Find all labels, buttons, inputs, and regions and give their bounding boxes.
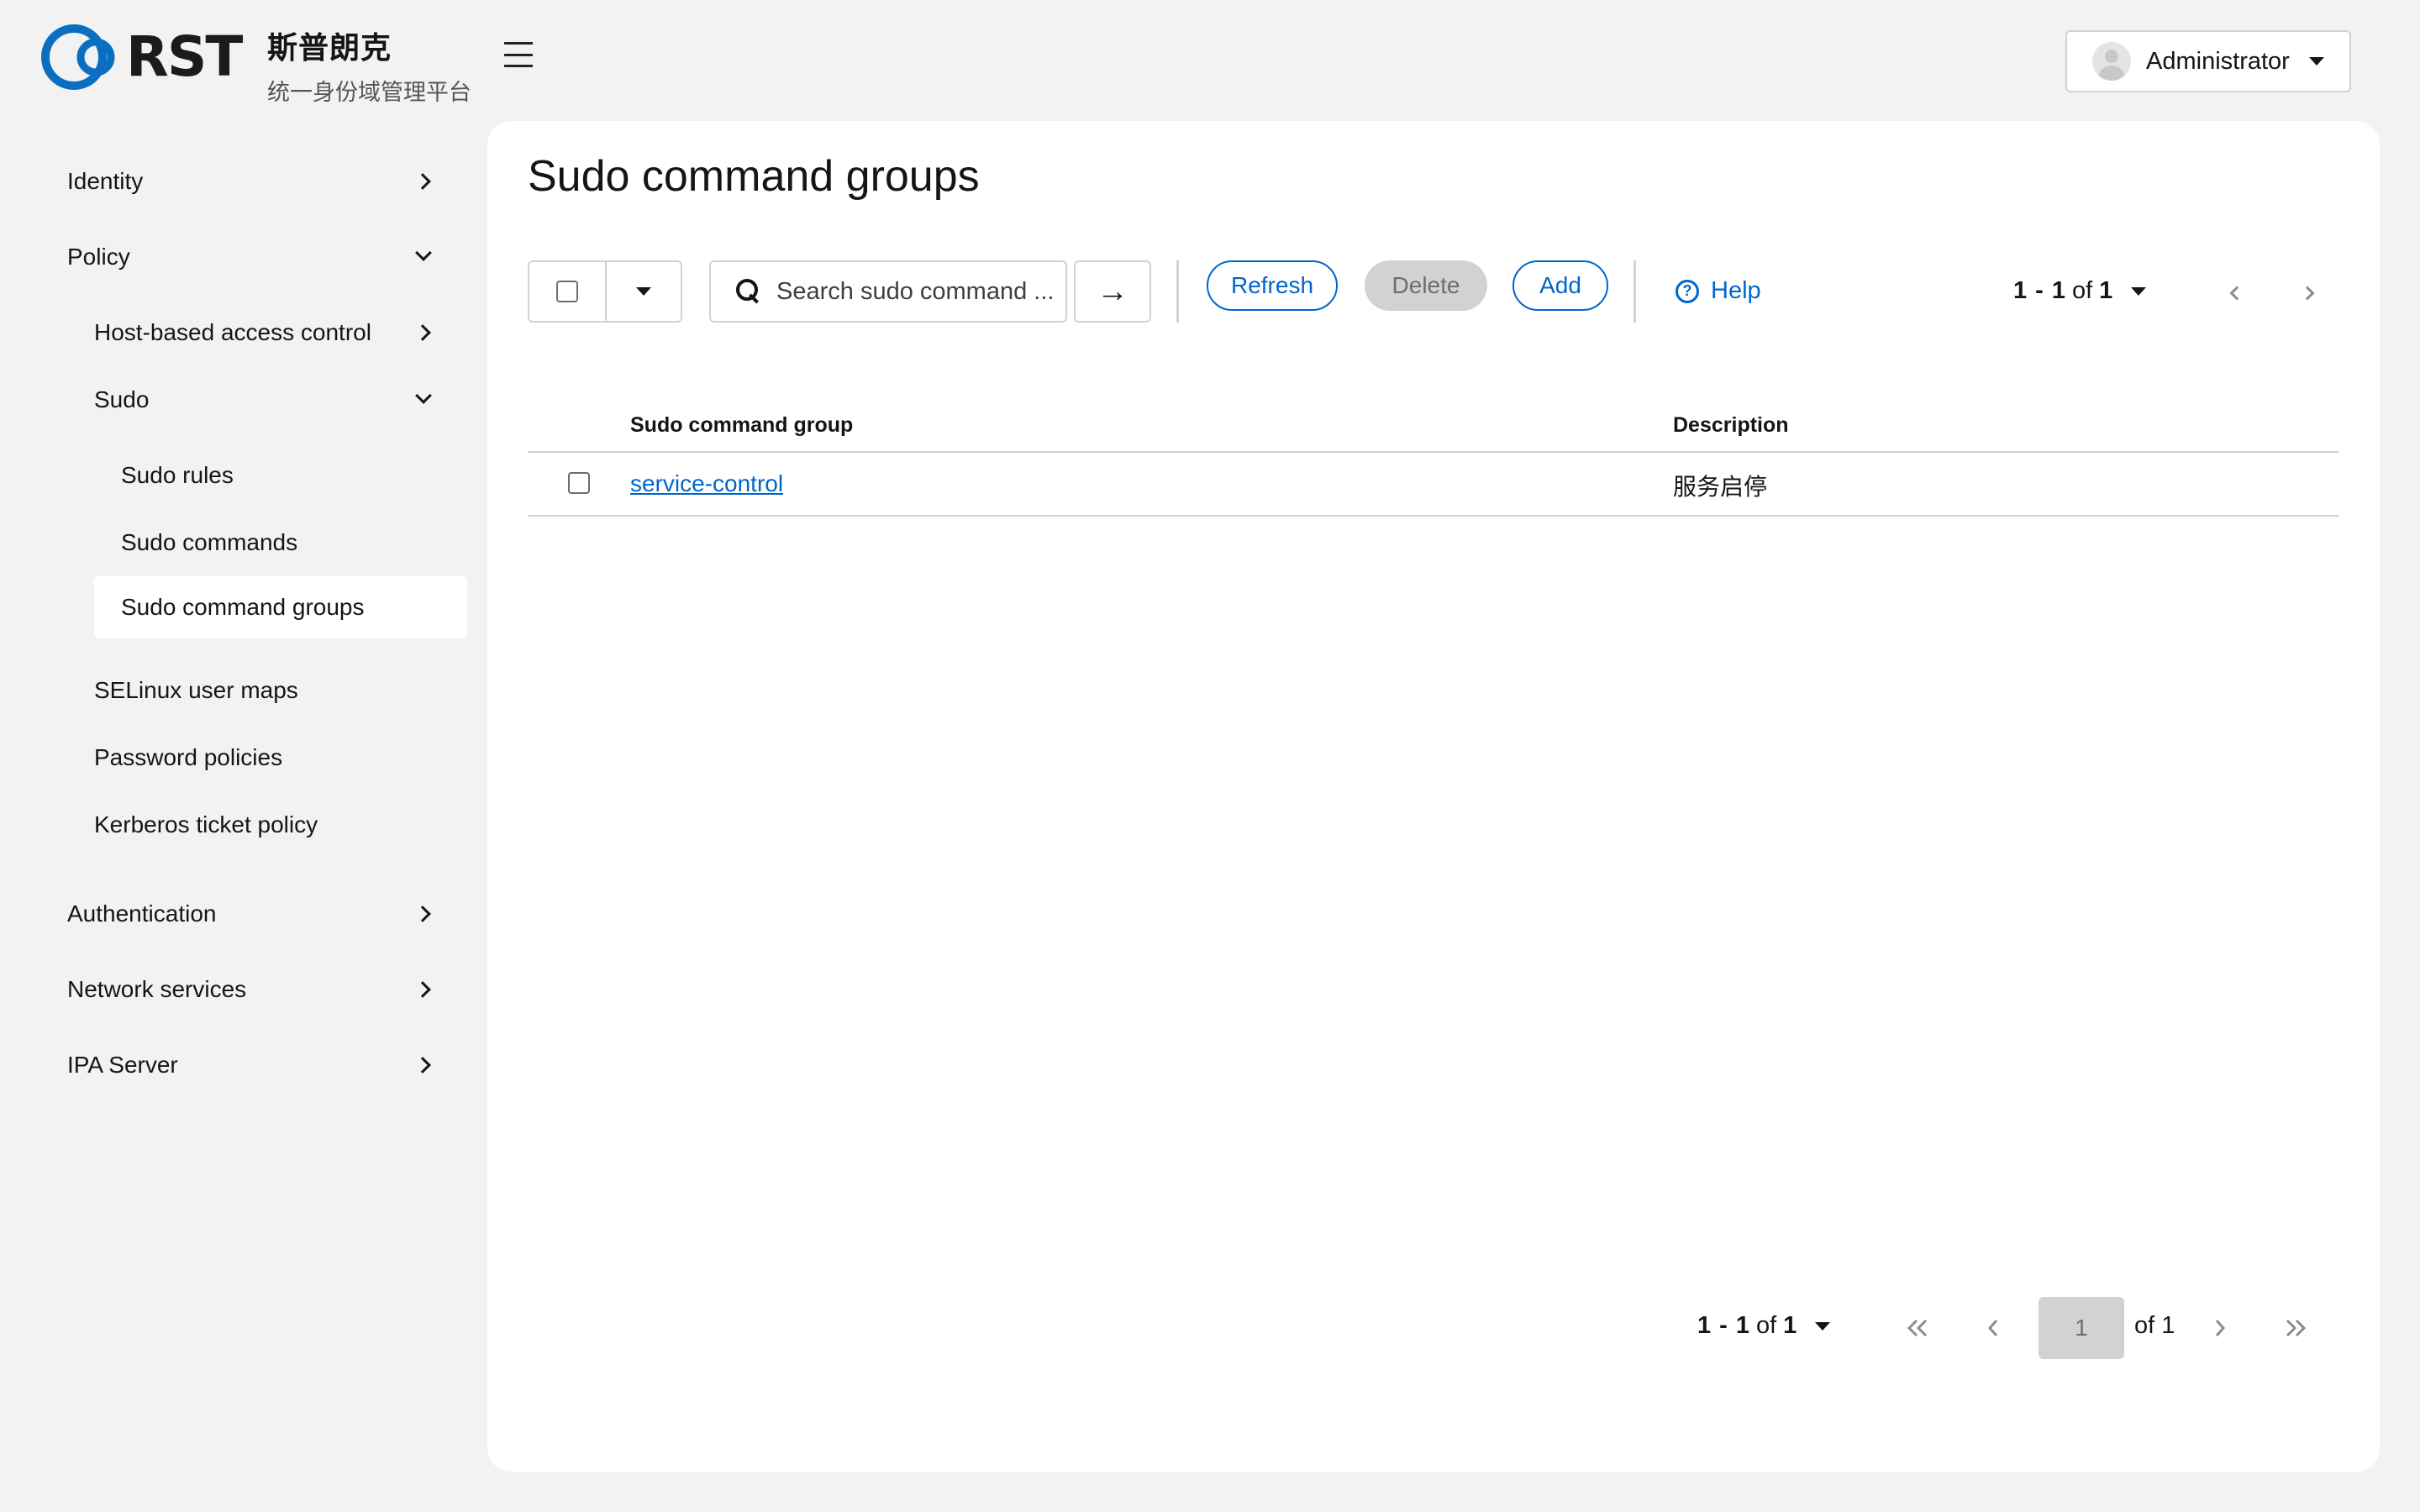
sidebar-item-password-policies[interactable]: Password policies xyxy=(94,741,437,774)
caret-down-icon xyxy=(2131,286,2147,296)
table-row-divider xyxy=(528,515,2339,517)
sidebar-item-policy[interactable]: Policy xyxy=(67,240,437,274)
sidebar-item-label: Host-based access control xyxy=(94,319,371,345)
hamburger-icon[interactable] xyxy=(504,42,533,67)
bulk-select-toggle[interactable] xyxy=(607,262,681,321)
chevron-right-icon xyxy=(414,981,431,998)
sidebar-item-label: Authentication xyxy=(67,900,217,927)
help-link[interactable]: ? Help xyxy=(1676,277,1761,305)
sidebar-item-label: Password policies xyxy=(94,744,283,770)
total-pages-label: of 1 xyxy=(2134,1312,2175,1339)
brand-name: 斯普朗克 xyxy=(267,31,392,66)
user-menu-dropdown[interactable]: Administrator xyxy=(2065,30,2351,92)
row-checkbox[interactable] xyxy=(568,472,590,494)
logo-text: RST xyxy=(126,24,243,89)
user-name: Administrator xyxy=(2146,47,2290,75)
sidebar-item-authentication[interactable]: Authentication xyxy=(67,897,437,931)
last-page-button[interactable] xyxy=(2265,1297,2326,1359)
delete-button[interactable]: Delete xyxy=(1365,260,1487,311)
brand-subtitle: 统一身份域管理平台 xyxy=(267,80,471,106)
bulk-select xyxy=(528,260,682,323)
sidebar-item-label: Kerberos ticket policy xyxy=(94,811,318,837)
sidebar-item-kerberos-ticket-policy[interactable]: Kerberos ticket policy xyxy=(94,808,437,842)
help-icon: ? xyxy=(1676,279,1699,303)
chevron-right-icon xyxy=(414,906,431,922)
range-end: 1 xyxy=(2051,277,2065,304)
range-start: 1 xyxy=(2013,277,2028,304)
arrow-right-icon: → xyxy=(1097,273,1128,309)
search-icon xyxy=(736,279,761,304)
chevron-right-icon xyxy=(414,173,431,190)
sidebar-item-label: SELinux user maps xyxy=(94,677,298,703)
sidebar-item-label: Sudo rules xyxy=(121,462,234,488)
logo-rings-icon xyxy=(41,24,115,90)
column-header-description[interactable]: Description xyxy=(1673,413,1789,438)
caret-down-icon xyxy=(2309,57,2324,66)
sidebar-item-label: Policy xyxy=(67,244,130,270)
sidebar-item-sudo-command-groups[interactable]: Sudo command groups xyxy=(94,576,467,638)
angle-double-left-icon xyxy=(1907,1319,1928,1337)
current-page-input[interactable]: 1 xyxy=(2039,1297,2124,1359)
sidebar-item-sudo[interactable]: Sudo xyxy=(94,383,437,417)
main-panel: Sudo command groups Search sudo command … xyxy=(487,121,2380,1472)
table-header-divider xyxy=(528,451,2339,453)
range-dash: - xyxy=(2035,277,2044,304)
sidebar-item-sudo-commands[interactable]: Sudo commands xyxy=(121,526,437,559)
first-page-button[interactable] xyxy=(1887,1297,1948,1359)
sidebar-item-hbac[interactable]: Host-based access control xyxy=(94,316,437,349)
brand-block: 斯普朗克 统一身份域管理平台 xyxy=(267,24,471,107)
range-of: of xyxy=(1755,1312,1777,1339)
chevron-down-icon xyxy=(415,387,432,404)
help-label: Help xyxy=(1711,277,1761,304)
sidebar-item-network-services[interactable]: Network services xyxy=(67,973,437,1006)
toolbar-divider xyxy=(1176,260,1179,323)
angle-double-right-icon xyxy=(2286,1319,2307,1337)
page-title: Sudo command groups xyxy=(528,152,980,201)
row-description: 服务启停 xyxy=(1673,473,1768,501)
range-of: of xyxy=(2071,277,2093,304)
user-avatar-icon xyxy=(2092,42,2131,81)
next-page-button-bottom[interactable] xyxy=(2190,1297,2250,1359)
pagination-count-toggle-bottom[interactable]: 1 - 1 of 1 xyxy=(1697,1312,1831,1340)
add-button[interactable]: Add xyxy=(1512,260,1608,311)
chevron-right-icon xyxy=(414,1057,431,1074)
pagination-count-toggle[interactable]: 1 - 1 of 1 xyxy=(2013,277,2147,305)
sidebar-item-label: Identity xyxy=(67,168,144,194)
range-end: 1 xyxy=(1735,1312,1749,1339)
prev-page-button[interactable] xyxy=(2218,277,2252,311)
next-page-button[interactable] xyxy=(2294,277,2328,311)
sidebar-item-label: Sudo command groups xyxy=(121,594,365,620)
chevron-right-icon xyxy=(414,324,431,341)
range-dash: - xyxy=(1719,1312,1728,1339)
caret-down-icon xyxy=(636,287,651,296)
range-total: 1 xyxy=(1783,1312,1797,1339)
row-name-link[interactable]: service-control xyxy=(630,470,783,497)
search-input[interactable]: Search sudo command ... xyxy=(709,260,1067,323)
angle-left-icon xyxy=(1987,1320,1998,1336)
range-total: 1 xyxy=(2099,277,2113,304)
search-submit-button[interactable]: → xyxy=(1074,260,1151,323)
previous-page-button[interactable] xyxy=(1963,1297,2023,1359)
toolbar-divider xyxy=(1634,260,1636,323)
angle-right-icon xyxy=(2300,286,2315,301)
sidebar-item-label: Sudo commands xyxy=(121,529,298,555)
caret-down-icon xyxy=(1815,1321,1831,1331)
angle-left-icon xyxy=(2229,286,2244,301)
chevron-down-icon xyxy=(415,244,432,261)
app-logo: RST xyxy=(39,22,243,92)
sidebar-item-sudo-rules[interactable]: Sudo rules xyxy=(121,459,437,492)
sidebar-item-label: Network services xyxy=(67,976,247,1002)
refresh-button[interactable]: Refresh xyxy=(1207,260,1338,311)
select-all-checkbox-wrap[interactable] xyxy=(529,262,607,321)
sidebar-item-ipa-server[interactable]: IPA Server xyxy=(67,1048,437,1082)
sidebar-item-selinux-user-maps[interactable]: SELinux user maps xyxy=(94,674,437,707)
angle-right-icon xyxy=(2215,1320,2226,1336)
sidebar-item-identity[interactable]: Identity xyxy=(67,165,437,198)
sidebar-item-label: Sudo xyxy=(94,386,150,412)
search-placeholder: Search sudo command ... xyxy=(776,277,1055,305)
column-header-name[interactable]: Sudo command group xyxy=(630,413,853,438)
sidebar-item-label: IPA Server xyxy=(67,1052,178,1078)
range-start: 1 xyxy=(1697,1312,1712,1339)
select-all-checkbox[interactable] xyxy=(556,281,578,302)
